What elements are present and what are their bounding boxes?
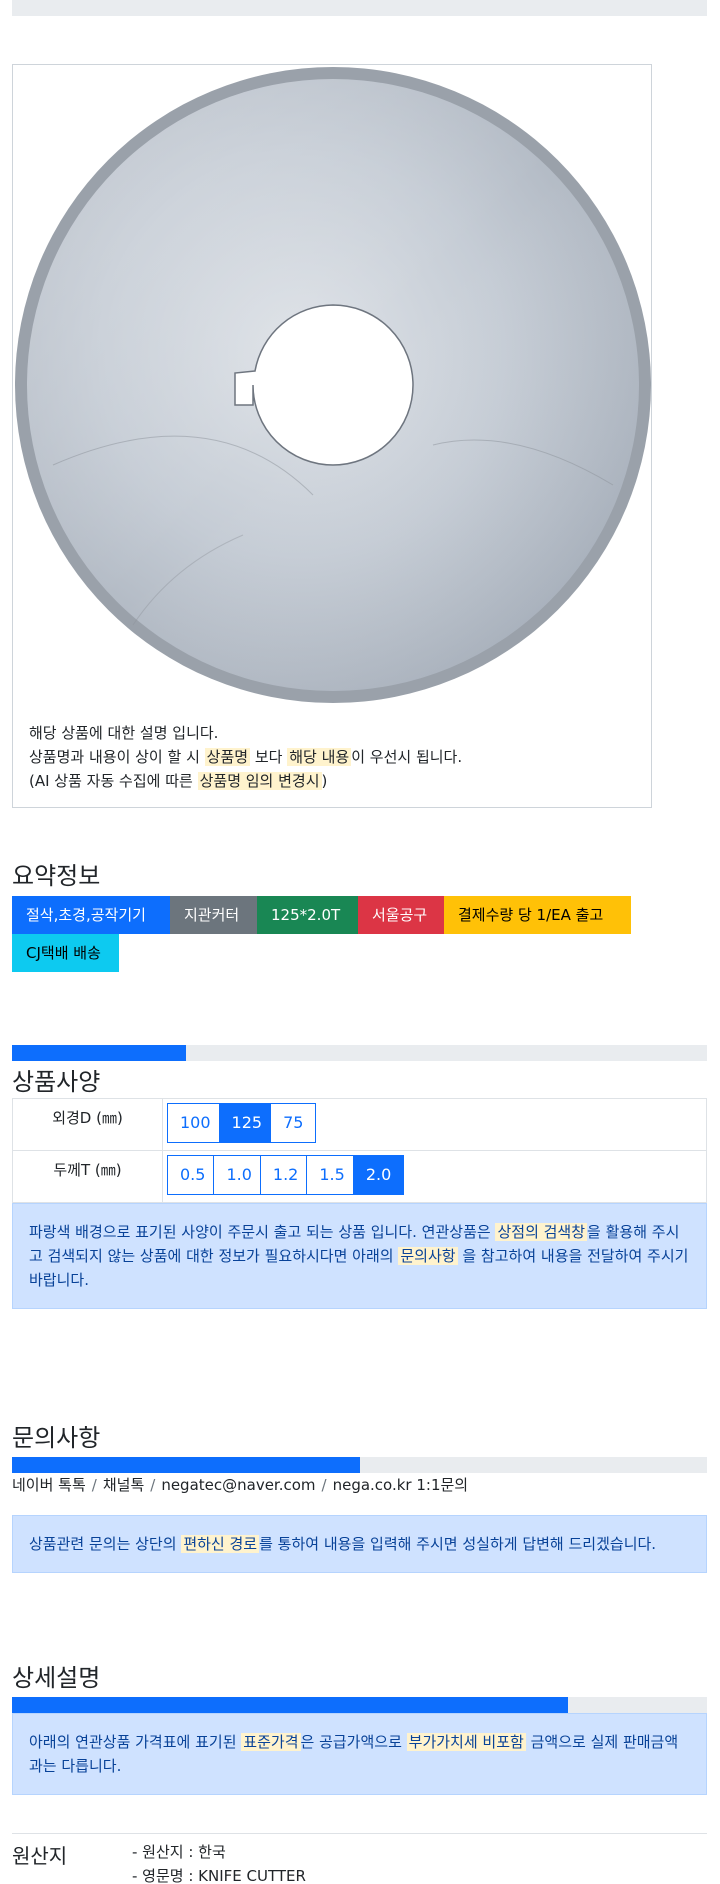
origin-country: - 원산지 : 한국 [132,1843,226,1861]
highlight-search: 상점의 검색창 [495,1223,588,1241]
spec-row-thickness: 두께T (㎜) 0.5 1.0 1.2 1.5 2.0 [12,1150,707,1203]
tag-quantity: 결제수량 당 1/EA 출고 [444,896,631,934]
tag-shipping: CJ택배 배송 [12,934,119,972]
link-email[interactable]: negatec@naver.com [161,1476,315,1494]
spec-label-diameter: 외경D (㎜) [12,1098,163,1151]
product-description: 해당 상품에 대한 설명 입니다. 상품명과 내용이 상이 할 시 상품명 보다… [29,721,462,793]
specs-title: 상품사양 [12,1068,101,1096]
inquiry-title: 문의사항 [12,1424,101,1452]
highlight-inquiry: 문의사항 [398,1247,458,1265]
detail-progress-fill [12,1697,568,1713]
spec-option-button[interactable]: 125 [218,1103,276,1143]
product-image-card: 해당 상품에 대한 설명 입니다. 상품명과 내용이 상이 할 시 상품명 보다… [12,64,652,808]
specs-notice: 파랑색 배경으로 표기된 사양이 주문시 출고 되는 상품 입니다. 연관상품은… [12,1203,707,1309]
origin-english-name: - 영문명 : KNIFE CUTTER [132,1867,306,1884]
tag-type: 지관커터 [170,896,257,934]
spec-option-button[interactable]: 0.5 [167,1155,219,1195]
link-one-on-one[interactable]: nega.co.kr 1:1문의 [333,1476,469,1494]
origin-label: 원산지 [12,1844,68,1868]
highlight-standard-price: 표준가격 [241,1733,301,1751]
description-line-1: 해당 상품에 대한 설명 입니다. [29,724,219,742]
spec-option-button[interactable]: 75 [270,1103,317,1143]
detail-notice: 아래의 연관상품 가격표에 표기된 표준가격 은 공급가액으로 부가가치세 비포함… [12,1713,707,1795]
inquiry-notice: 상품관련 문의는 상단의 편하신 경로 를 통하여 내용을 입력해 주시면 성실하… [12,1515,707,1573]
highlight-content: 해당 내용 [287,748,352,766]
origin-row: 원산지 - 원산지 : 한국 - 영문명 : KNIFE CUTTER [12,1833,707,1884]
specs-progress-bar [12,1045,707,1061]
spec-row-diameter: 외경D (㎜) 100 125 75 [12,1098,707,1151]
contact-links: 네이버 톡톡 / 채널톡 / negatec@naver.com / nega.co.kr … [12,1476,469,1494]
detail-progress-bar [12,1697,707,1713]
specs-progress-fill [12,1045,186,1061]
spec-options-thickness: 0.5 1.0 1.2 1.5 2.0 [162,1150,707,1203]
summary-title: 요약정보 [12,862,101,890]
spec-table: 외경D (㎜) 100 125 75 두께T (㎜) 0.5 1.0 1.2 1.5 2.0 [12,1098,707,1203]
highlight-product-name: 상품명 [204,748,251,766]
tag-brand: 서울공구 [358,896,444,934]
inquiry-progress-fill [12,1457,360,1473]
inquiry-progress-bar [12,1457,707,1473]
link-channel-talk[interactable]: 채널톡 [103,1476,144,1494]
link-naver-talk[interactable]: 네이버 톡톡 [12,1476,86,1494]
description-line-3: (AI 상품 자동 수집에 따른 상품명 임의 변경시) [29,772,328,790]
top-progress-bar [12,0,707,16]
spec-options-diameter: 100 125 75 [162,1098,707,1151]
origin-items: - 원산지 : 한국 - 영문명 : KNIFE CUTTER [132,1840,306,1884]
tag-category: 절삭,초경,공작기기 [12,896,170,934]
circular-blade-image [15,67,651,703]
description-line-2: 상품명과 내용이 상이 할 시 상품명 보다 해당 내용 이 우선시 됩니다. [29,748,463,766]
highlight-vat: 부가가치세 비포함 [406,1733,526,1751]
spec-option-button[interactable]: 1.2 [259,1155,312,1195]
tag-size: 125*2.0T [257,896,358,934]
detail-title: 상세설명 [12,1664,101,1692]
spec-option-button[interactable]: 1.0 [213,1155,265,1195]
spec-option-button[interactable]: 2.0 [352,1155,405,1195]
spec-label-thickness: 두께T (㎜) [12,1150,163,1203]
highlight-route: 편하신 경로 [181,1535,260,1553]
highlight-name-change: 상품명 임의 변경시 [197,772,322,790]
spec-option-button[interactable]: 1.5 [306,1155,358,1195]
spec-option-button[interactable]: 100 [167,1103,224,1143]
